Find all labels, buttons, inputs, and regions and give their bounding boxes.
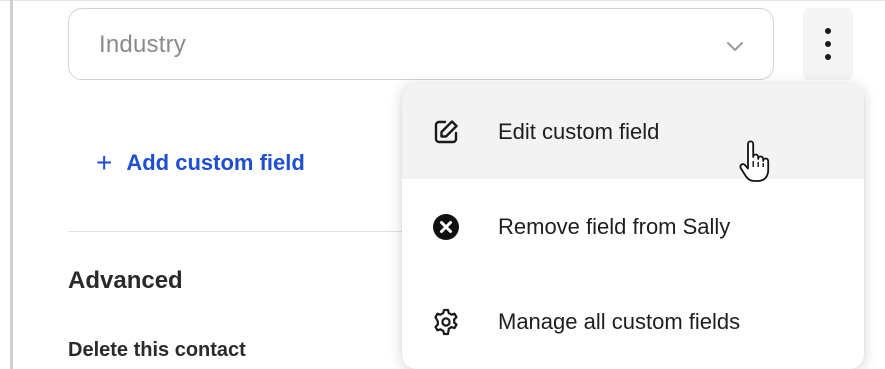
menu-item-label: Remove field from Sally: [498, 213, 731, 239]
custom-field-menu: Edit custom field Remove field from Sall…: [402, 84, 864, 369]
delete-contact-link[interactable]: Delete this contact: [68, 339, 246, 362]
panel-left-border: [10, 0, 13, 369]
top-border: [0, 0, 885, 1]
add-custom-field-label: Add custom field: [126, 150, 305, 175]
advanced-heading: Advanced: [68, 267, 183, 294]
contact-panel: Industry + Add custom field Advanced Del…: [0, 0, 885, 369]
section-divider: [68, 231, 408, 232]
menu-item-label: Manage all custom fields: [498, 308, 741, 334]
menu-item-remove-field[interactable]: Remove field from Sally: [402, 179, 864, 274]
chevron-down-icon: [727, 42, 743, 51]
menu-item-edit-custom-field[interactable]: Edit custom field: [402, 84, 864, 179]
remove-circle-icon: [433, 213, 459, 240]
gear-icon: [434, 308, 458, 335]
menu-item-label: Edit custom field: [498, 118, 660, 144]
select-value: Industry: [99, 31, 186, 58]
plus-icon: +: [96, 147, 113, 178]
industry-select[interactable]: Industry: [68, 8, 774, 80]
add-custom-field-link[interactable]: + Add custom field: [96, 148, 305, 178]
menu-item-manage-custom-fields[interactable]: Manage all custom fields: [402, 274, 864, 369]
edit-icon: [434, 119, 458, 143]
pointer-hand-cursor-icon: [739, 140, 770, 182]
more-options-button[interactable]: [803, 8, 853, 80]
